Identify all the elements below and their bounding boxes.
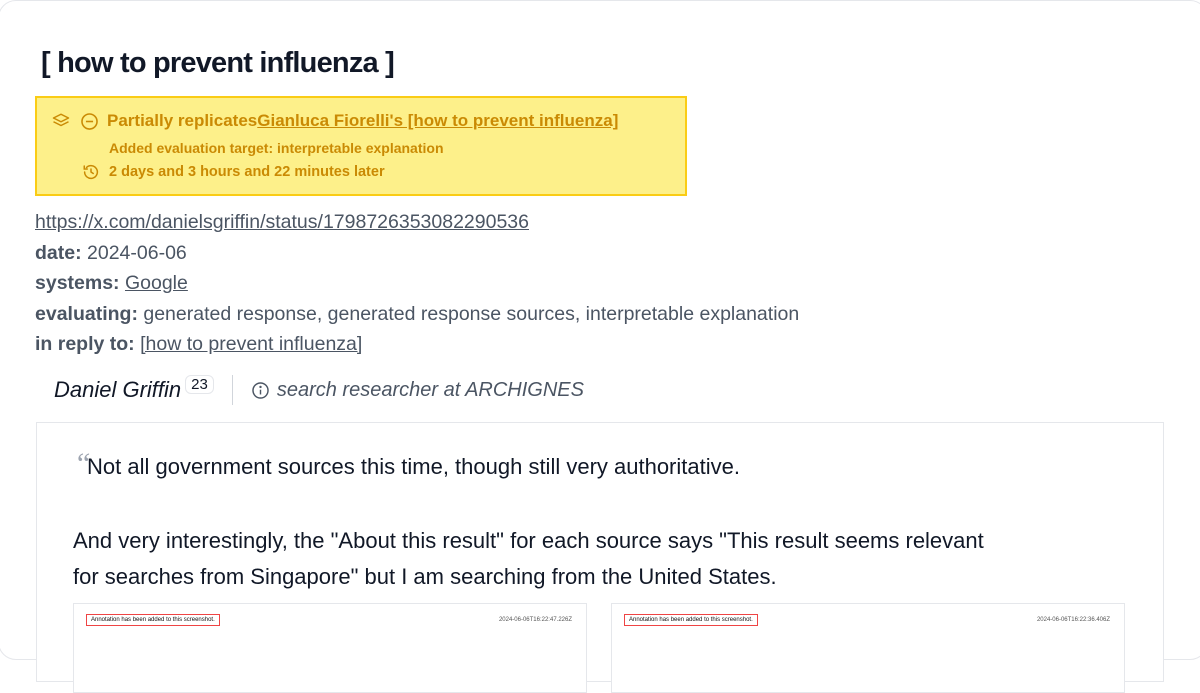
date-label: date: [35, 241, 82, 264]
added-target: Added evaluation target: interpretable e… [109, 140, 444, 156]
quote-line-1: Not all government sources this time, th… [87, 454, 740, 479]
screenshot-annotation-note: Annotation has been added to this screen… [86, 614, 220, 626]
date-value: 2024-06-06 [87, 241, 187, 264]
reply-label: in reply to: [35, 333, 135, 355]
layers-icon [51, 111, 71, 131]
screenshot-timestamp: 2024-06-06T16:22:47.226Z [498, 617, 572, 623]
author-bio: search researcher at ARCHIGNES [251, 379, 584, 402]
screenshot-thumbnail[interactable]: Annotation has been added to this screen… [73, 603, 587, 693]
replication-line: Partially replicates Gianluca Fiorelli's… [51, 111, 618, 131]
minus-circle-icon [79, 111, 99, 131]
replication-source-link[interactable]: Gianluca Fiorelli's [how to prevent infl… [257, 111, 618, 131]
systems-label: systems: [35, 272, 120, 294]
history-icon [81, 162, 101, 182]
evaluating-label: evaluating: [35, 302, 138, 325]
author-name[interactable]: Daniel Griffin [54, 377, 181, 403]
evaluating-value: generated response, generated response s… [143, 302, 800, 325]
post-metadata: https://x.com/danielsgriffin/status/1798… [35, 207, 799, 360]
screenshot-thumbnail[interactable]: Annotation has been added to this screen… [611, 603, 1125, 693]
quote-line-2: And very interestingly, the "About this … [73, 528, 984, 553]
elapsed-text: 2 days and 3 hours and 22 minutes later [109, 164, 385, 180]
divider [231, 375, 233, 405]
system-link-google[interactable]: Google [125, 272, 188, 294]
post-card: [ how to prevent influenza ] Partially r… [0, 0, 1200, 693]
replication-banner: Partially replicates Gianluca Fiorelli's… [35, 96, 687, 196]
author-bio-text: search researcher at ARCHIGNES [276, 378, 584, 401]
reply-link[interactable]: [how to prevent influenza] [140, 333, 362, 355]
quote-line-3: for searches from Singapore" but I am se… [73, 564, 777, 589]
source-url-link[interactable]: https://x.com/danielsgriffin/status/1798… [35, 211, 529, 233]
quote-box: “ Not all government sources this time, … [36, 422, 1164, 693]
elapsed-time: 2 days and 3 hours and 22 minutes later [81, 162, 385, 182]
author-count-badge: 23 [185, 374, 214, 394]
screenshot-annotation-note: Annotation has been added to this screen… [624, 614, 758, 626]
replication-prefix: Partially replicates [107, 111, 258, 130]
page-title: [ how to prevent influenza ] [41, 47, 395, 79]
screenshot-timestamp: 2024-06-06T16:22:36.406Z [1036, 617, 1110, 623]
author-line: Daniel Griffin 23 search researcher at A… [54, 374, 584, 405]
info-icon[interactable] [251, 380, 271, 400]
